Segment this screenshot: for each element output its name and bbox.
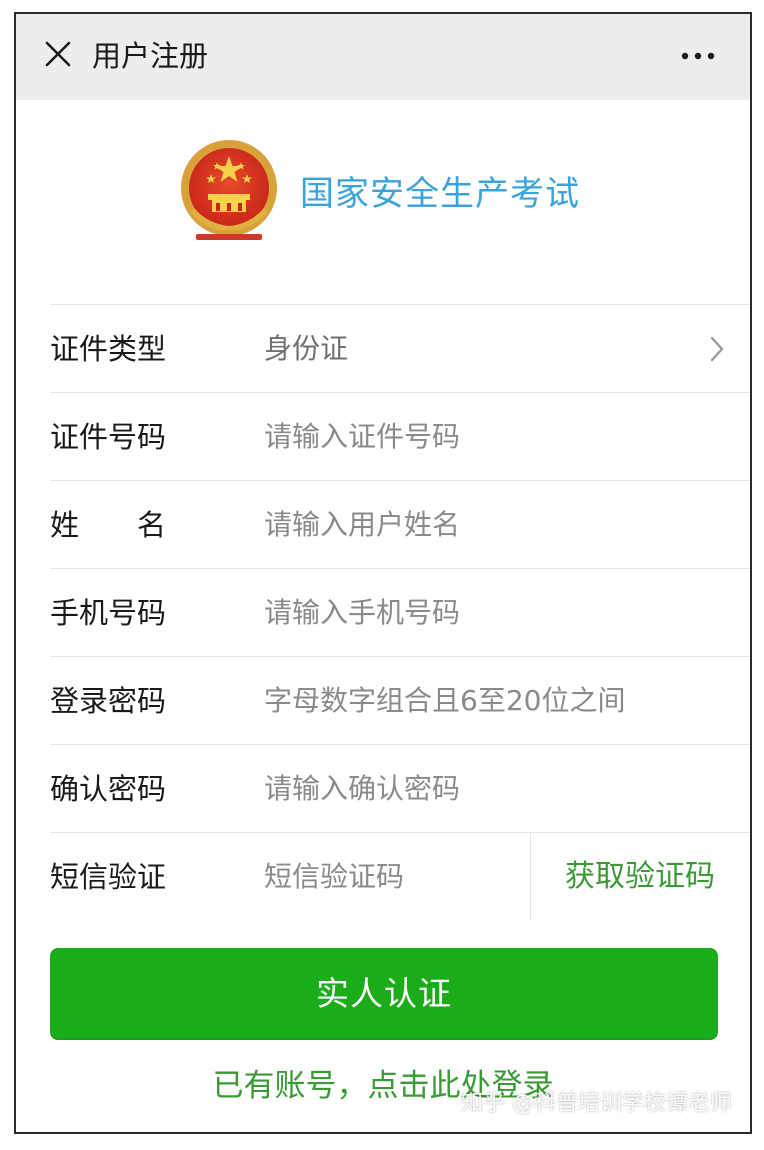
id-type-select[interactable]: 身份证 (264, 327, 730, 371)
password-row: 登录密码 (50, 656, 750, 744)
id-number-row: 证件号码 (50, 392, 750, 480)
get-sms-code-button[interactable]: 获取验证码 (530, 855, 750, 899)
sms-label: 短信验证 (50, 860, 167, 894)
phone-input[interactable] (264, 591, 730, 635)
password-label: 登录密码 (50, 684, 167, 718)
sms-row: 短信验证 获取验证码 (50, 832, 750, 921)
id-number-label: 证件号码 (50, 420, 167, 454)
real-name-verify-button[interactable]: 实人认证 (50, 948, 718, 1040)
confirm-password-input[interactable] (264, 767, 730, 811)
more-icon (681, 52, 715, 60)
close-icon (45, 41, 71, 67)
page-title: 用户注册 (92, 39, 209, 73)
top-bar: 用户注册 (16, 14, 750, 100)
confirm-password-label: 确认密码 (50, 772, 167, 806)
name-input[interactable] (264, 503, 730, 547)
sms-code-input[interactable] (264, 855, 500, 899)
close-button[interactable] (38, 34, 78, 74)
phone-label: 手机号码 (50, 596, 167, 630)
name-row: 姓 名 (50, 480, 750, 568)
name-label: 姓 名 (50, 508, 167, 542)
brand-name: 国家安全生产考试 (300, 174, 580, 214)
password-input[interactable] (264, 679, 730, 723)
national-emblem-icon (181, 140, 277, 240)
confirm-password-row: 确认密码 (50, 744, 750, 832)
id-type-row[interactable]: 证件类型 身份证 (50, 304, 750, 392)
id-type-label: 证件类型 (50, 332, 167, 366)
watermark: 知乎 @科普培训学校谭老师 (461, 1091, 732, 1116)
more-button[interactable] (676, 36, 720, 76)
phone-row: 手机号码 (50, 568, 750, 656)
registration-form: 证件类型 身份证 证件号码 姓 名 手机号码 登录密码 确认密码 (16, 304, 750, 921)
registration-screen: 用户注册 国家安全生产考试 证件类型 身份证 证件号码 请输入证件号码 姓 名 … (14, 12, 752, 1134)
brand-header: 国家安全生产考试 (16, 100, 750, 304)
id-number-input[interactable] (264, 415, 730, 459)
chevron-right-icon (710, 336, 724, 362)
